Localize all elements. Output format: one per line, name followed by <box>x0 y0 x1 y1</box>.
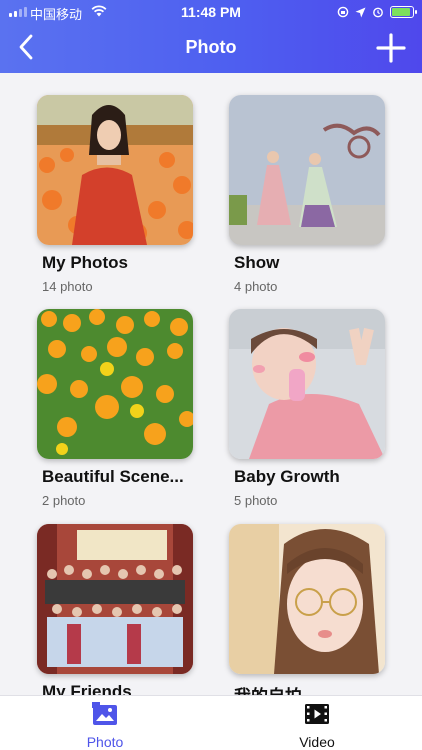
photo-thumbnail-portrait-flowers <box>37 95 193 245</box>
album-name: Beautiful Scene... <box>42 467 184 486</box>
album-card[interactable]: Beautiful Scene... 2 photo <box>37 309 193 508</box>
photo-thumbnail-baby <box>229 309 385 459</box>
album-count: 5 photo <box>234 493 278 508</box>
tab-photo[interactable]: Photo <box>50 702 160 750</box>
album-thumbnail[interactable] <box>37 95 193 245</box>
album-thumbnail[interactable] <box>37 309 193 459</box>
album-card[interactable]: 我的自拍 <box>229 524 385 695</box>
album-count: 2 photo <box>42 493 86 508</box>
album-thumbnail[interactable] <box>229 309 385 459</box>
album-thumbnail[interactable] <box>37 524 193 674</box>
tab-label: Photo <box>86 734 124 750</box>
alarm-icon <box>373 7 383 18</box>
header: 中国移动 11:48 PM Photo <box>0 0 422 73</box>
album-name: Baby Growth <box>234 467 340 486</box>
photo-thumbnail-group <box>37 524 193 674</box>
nav-bar: Photo <box>0 24 422 73</box>
film-icon <box>305 704 329 724</box>
status-right <box>337 4 417 20</box>
album-name: My Photos <box>42 253 128 272</box>
album-name: 我的自拍 <box>234 682 385 695</box>
tab-bar: Photo Video <box>0 695 422 750</box>
tab-video[interactable]: Video <box>262 702 372 750</box>
photo-thumbnail-stage-show <box>229 95 385 245</box>
page-title: Photo <box>185 37 237 57</box>
battery-icon <box>390 6 417 18</box>
location-icon <box>355 7 366 17</box>
album-card[interactable]: My Photos 14 photo <box>37 95 193 294</box>
album-grid: My Photos 14 photo Show 4 photo Beautifu… <box>0 73 422 695</box>
add-icon[interactable] <box>376 33 406 63</box>
photo-thumbnail-flowers <box>37 309 193 459</box>
album-thumbnail[interactable] <box>229 95 385 245</box>
photo-thumbnail-selfie <box>229 524 385 674</box>
album-card[interactable]: Show 4 photo <box>229 95 385 294</box>
album-name: Show <box>234 253 280 272</box>
photo-icon <box>92 702 117 725</box>
tab-label: Video <box>299 734 335 750</box>
album-card[interactable]: Baby Growth 5 photo <box>229 309 385 508</box>
album-count: 14 photo <box>42 279 93 294</box>
status-bar: 中国移动 11:48 PM <box>0 0 422 24</box>
album-card[interactable]: My Friends <box>37 524 193 695</box>
orientation-lock-icon <box>337 6 349 18</box>
album-thumbnail[interactable] <box>229 524 385 674</box>
album-name: My Friends <box>42 682 132 695</box>
album-count: 4 photo <box>234 279 278 294</box>
